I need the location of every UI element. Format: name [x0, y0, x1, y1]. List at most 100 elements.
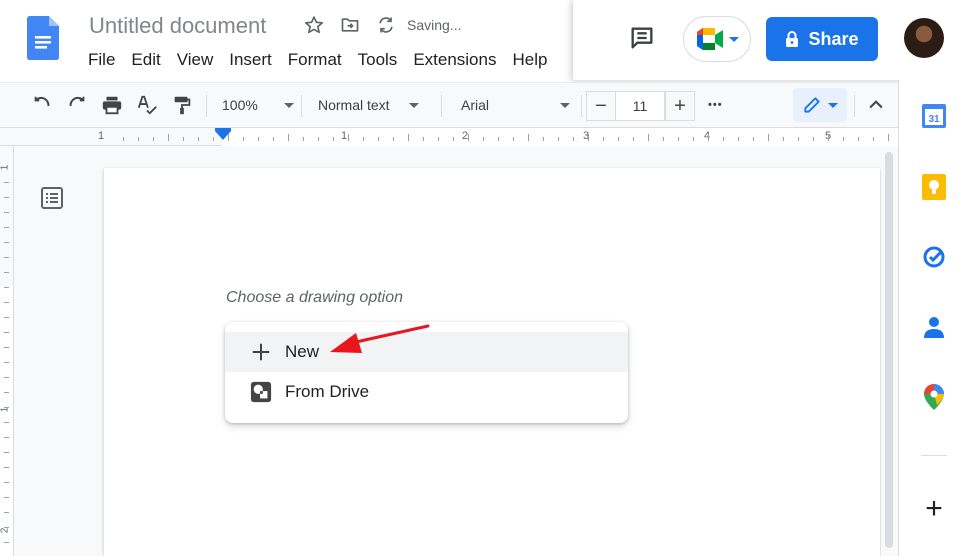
vertical-ruler[interactable]: 1 1 2 [0, 146, 14, 556]
print-icon[interactable] [101, 83, 123, 127]
toolbar-divider [206, 95, 207, 117]
ruler-tick [273, 137, 274, 141]
drawing-option-from-drive[interactable]: From Drive [225, 372, 628, 412]
side-panel-divider [921, 455, 947, 456]
ruler-tick [633, 137, 634, 141]
toolbar-divider [301, 95, 302, 117]
menu-edit[interactable]: Edit [123, 47, 168, 73]
paint-format-icon[interactable] [171, 83, 193, 127]
ruler-tick [768, 134, 769, 141]
ruler-tick [393, 137, 394, 141]
spellcheck-icon[interactable] [136, 83, 158, 127]
menu-insert[interactable]: Insert [221, 47, 280, 73]
contacts-icon[interactable] [921, 314, 947, 340]
ruler-tick [153, 137, 154, 141]
ruler-tick [783, 137, 784, 141]
vruler-tick [4, 212, 9, 213]
vruler-tick [4, 437, 9, 438]
vruler-tick [4, 287, 9, 288]
font-size-input[interactable]: 11 [615, 91, 665, 121]
horizontal-ruler[interactable]: 1 1 2 3 4 5 [0, 128, 898, 146]
document-title[interactable]: Untitled document [89, 13, 266, 39]
decrease-font-size-button[interactable]: − [586, 91, 616, 121]
vruler-tick [4, 197, 9, 198]
style-select[interactable]: Normal text [318, 83, 419, 127]
editing-mode-button[interactable] [793, 88, 847, 122]
ruler-tick [558, 137, 559, 141]
vruler-content-area [0, 286, 13, 556]
lock-icon [786, 31, 799, 47]
chevron-down-icon [408, 102, 419, 108]
font-select[interactable]: Arial [461, 83, 571, 127]
ruler-tick [183, 137, 184, 141]
more-options-button[interactable]: ••• [708, 83, 723, 127]
undo-icon[interactable] [31, 83, 53, 127]
toolbar-divider [441, 95, 442, 117]
ruler-tick [828, 134, 829, 141]
option-label: New [285, 342, 320, 361]
menu-help[interactable]: Help [504, 47, 555, 73]
title-actions: Saving... [303, 14, 461, 36]
vruler-label: 1 [0, 164, 11, 171]
menu-format[interactable]: Format [280, 47, 350, 73]
vruler-tick [4, 182, 9, 183]
vruler-tick [4, 422, 9, 423]
add-label: + [925, 492, 943, 525]
ruler-tick [243, 137, 244, 141]
vruler-tick [4, 332, 9, 333]
maps-icon[interactable] [921, 384, 947, 410]
left-indent-marker[interactable] [215, 131, 231, 140]
increase-font-size-button[interactable]: + [665, 91, 695, 121]
ruler-tick [663, 137, 664, 141]
redo-icon[interactable] [66, 83, 88, 127]
menu-view[interactable]: View [169, 47, 222, 73]
star-icon[interactable] [303, 14, 325, 36]
zoom-select[interactable]: 100% [222, 83, 294, 127]
ruler-label: 1 [341, 130, 348, 142]
tasks-icon[interactable] [921, 244, 947, 270]
ruler-tick [438, 137, 439, 141]
menu-extensions[interactable]: Extensions [405, 47, 504, 73]
vruler-tick [4, 347, 9, 348]
annotation-arrow-icon [330, 324, 430, 353]
scrollbar-thumb[interactable] [885, 152, 893, 548]
document-outline-icon[interactable] [40, 186, 64, 215]
vruler-tick [4, 227, 9, 228]
vruler-tick [4, 527, 9, 528]
add-addon-icon[interactable]: + [921, 492, 947, 525]
keep-icon[interactable] [921, 174, 947, 200]
ruler-tick [498, 137, 499, 141]
ruler-tick [378, 137, 379, 141]
share-label: Share [808, 28, 859, 49]
ruler-tick [423, 137, 424, 141]
collapse-toolbar-icon[interactable] [866, 83, 886, 127]
vruler-tick [4, 482, 9, 483]
ruler-tick [468, 134, 469, 141]
vruler-tick [4, 392, 9, 393]
ruler-tick [348, 134, 349, 141]
menu-tools[interactable]: Tools [350, 47, 406, 73]
ruler-tick [723, 137, 724, 141]
move-folder-icon[interactable] [339, 14, 361, 36]
ruler-tick [678, 137, 679, 141]
ruler-tick [648, 134, 649, 141]
comments-icon[interactable] [627, 23, 657, 53]
header-actions: Share [573, 0, 965, 80]
chevron-down-icon [560, 102, 571, 108]
svg-text:31: 31 [928, 114, 940, 125]
docs-logo-icon[interactable] [27, 16, 59, 60]
avatar[interactable] [904, 18, 944, 58]
share-button[interactable]: Share [766, 17, 878, 61]
calendar-icon[interactable]: 31 [921, 102, 947, 128]
meet-button[interactable] [683, 16, 751, 62]
side-panel: 31 + [898, 80, 965, 556]
toolbar-divider [854, 95, 855, 117]
ruler-tick [603, 137, 604, 141]
ruler-tick [198, 137, 199, 141]
ruler-tick [693, 137, 694, 141]
vruler-tick [4, 257, 9, 258]
vruler-tick [4, 272, 9, 273]
vruler-tick [4, 317, 9, 318]
menu-file[interactable]: File [80, 47, 123, 73]
ruler-tick [258, 137, 259, 141]
